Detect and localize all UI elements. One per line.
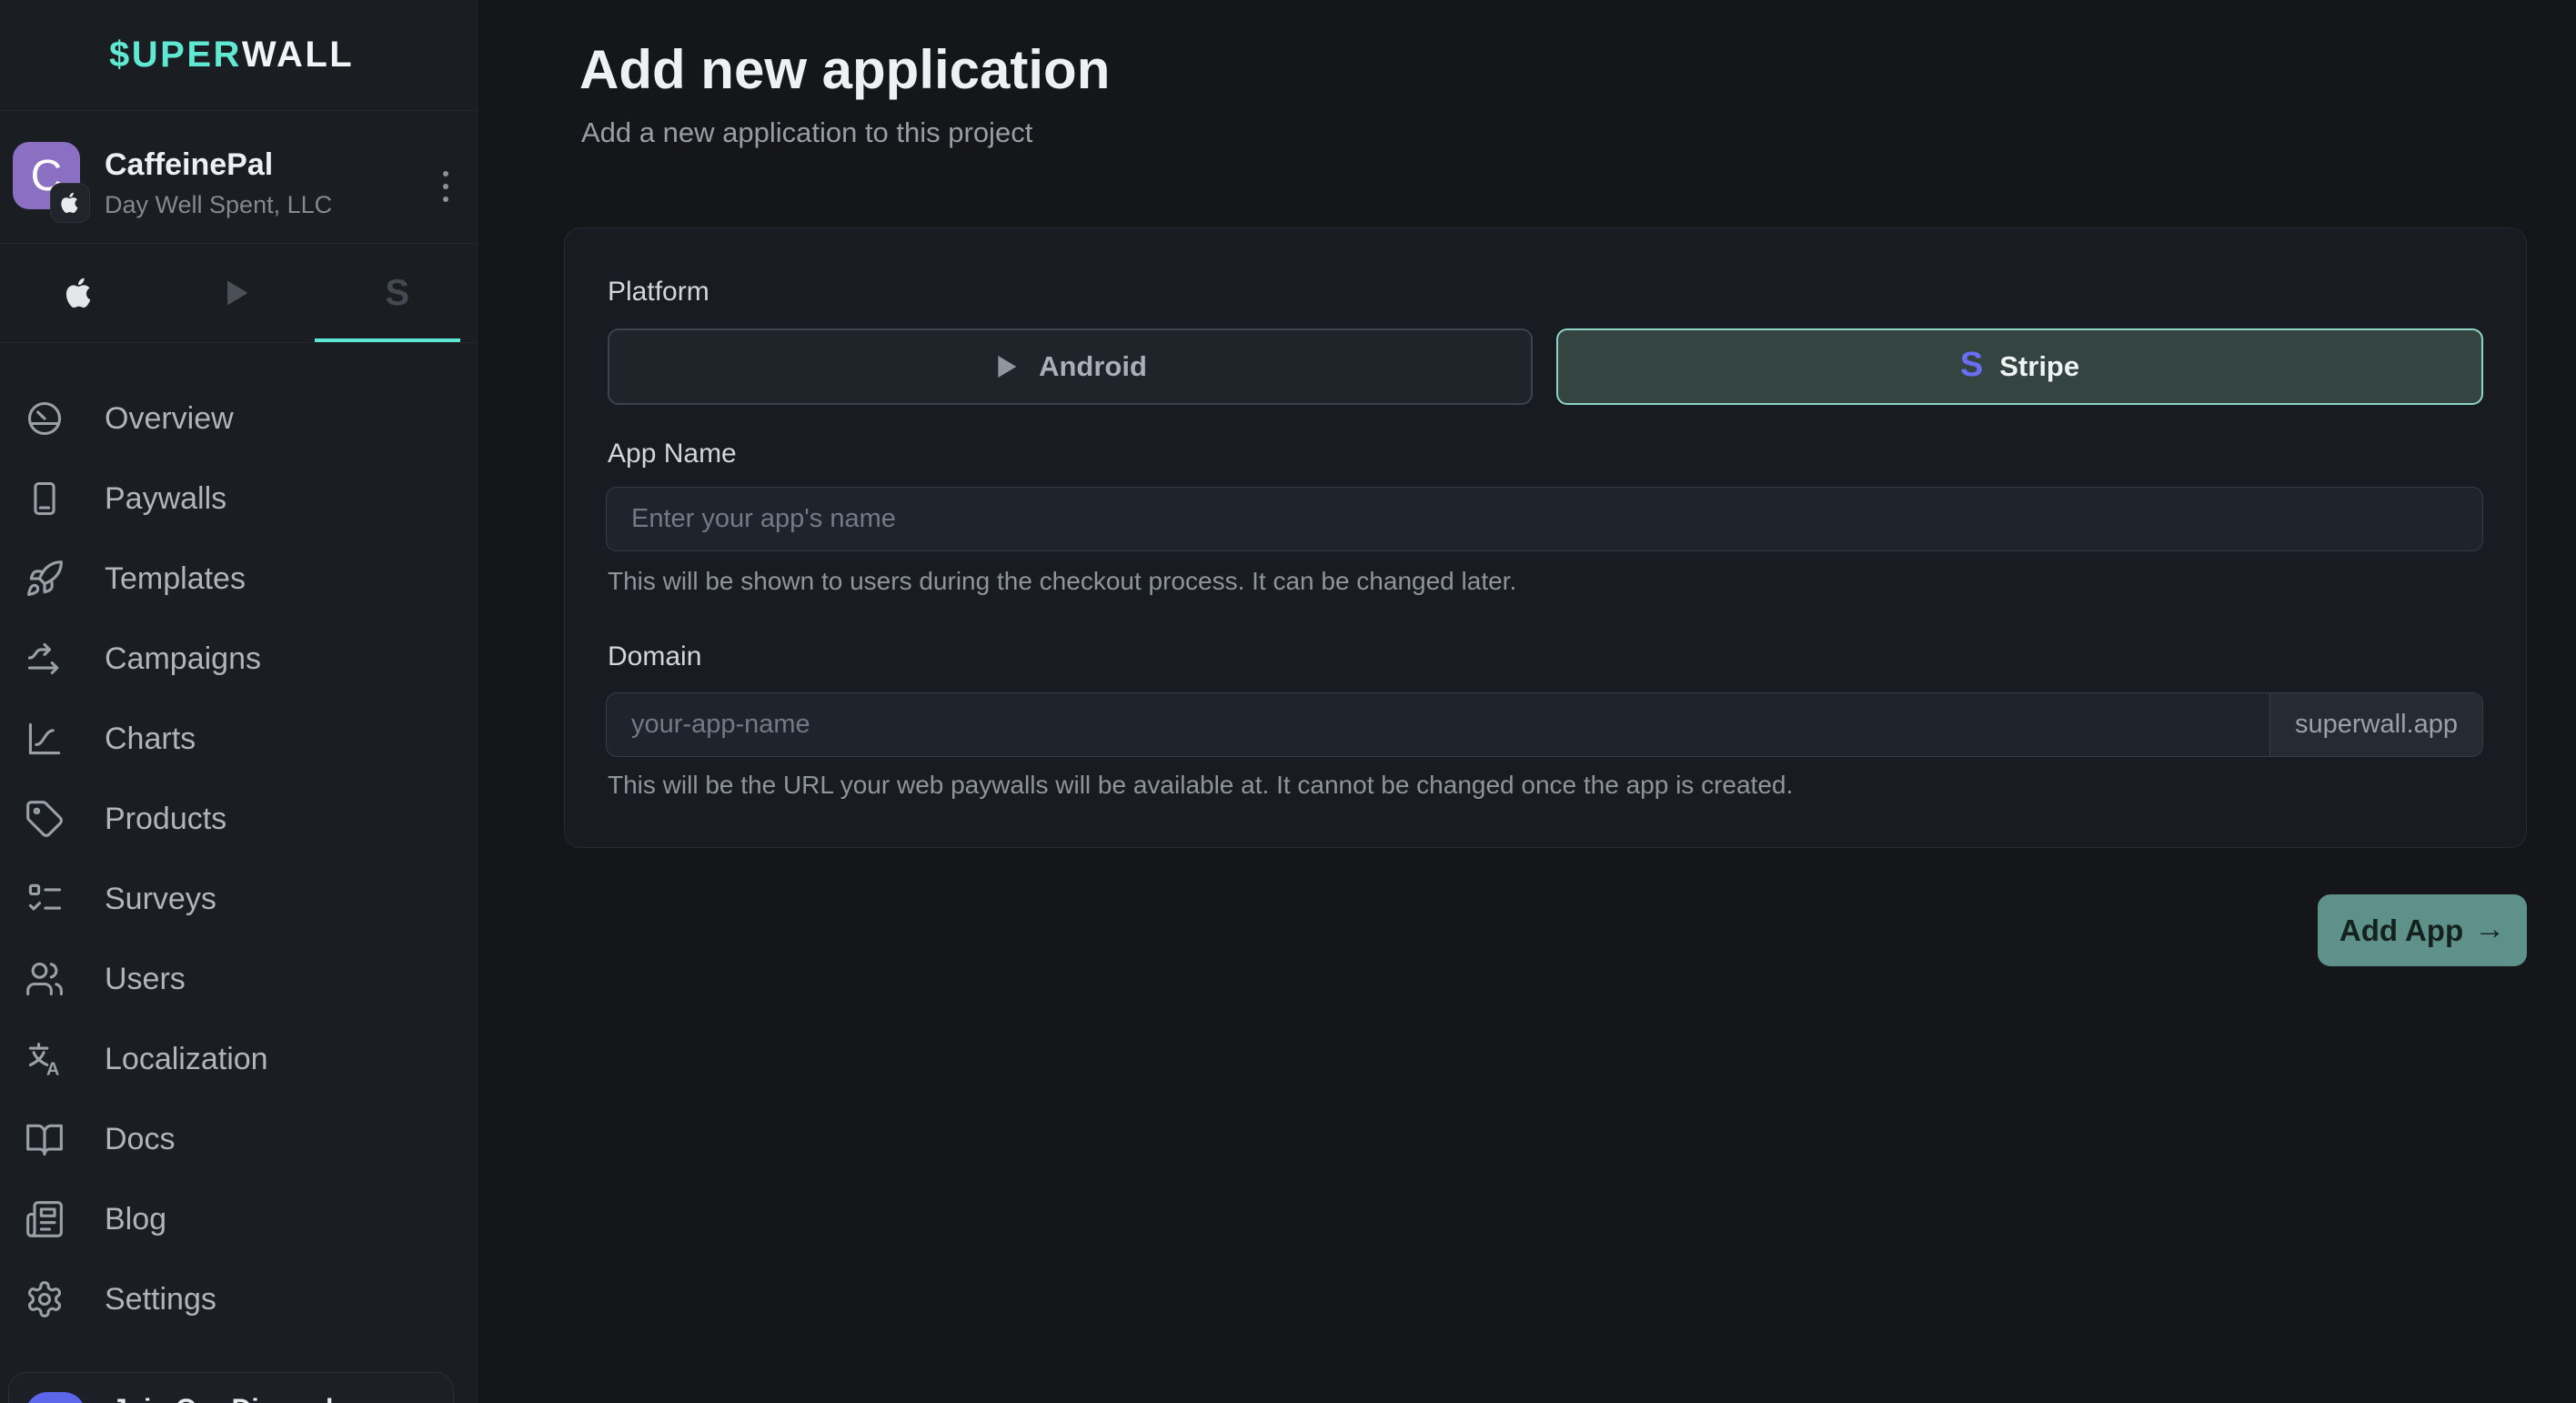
apple-icon xyxy=(62,276,96,310)
stripe-s-icon: S xyxy=(385,275,409,311)
kebab-icon xyxy=(443,171,448,177)
split-arrows-icon xyxy=(25,639,65,679)
sidebar-item-paywalls[interactable]: Paywalls xyxy=(0,459,476,539)
sidebar-item-label: Products xyxy=(105,802,226,837)
app-name-label: App Name xyxy=(608,439,737,469)
active-tab-indicator xyxy=(315,338,460,342)
sidebar-item-campaigns[interactable]: Campaigns xyxy=(0,619,476,699)
platform-option-android[interactable]: Android xyxy=(608,328,1533,405)
stripe-s-icon: S xyxy=(1960,348,1983,382)
sidebar-item-label: Localization xyxy=(105,1042,268,1077)
logo-suffix: WALL xyxy=(242,35,354,76)
svg-text:A: A xyxy=(46,1059,60,1079)
sidebar-item-surveys[interactable]: Surveys xyxy=(0,859,476,939)
google-play-icon xyxy=(222,277,255,309)
sidebar-item-label: Users xyxy=(105,962,186,997)
sidebar-item-label: Docs xyxy=(105,1122,175,1157)
checklist-icon xyxy=(25,879,65,919)
sidebar-item-label: Blog xyxy=(105,1202,166,1237)
google-play-icon xyxy=(993,352,1022,381)
page-title: Add new application xyxy=(579,38,1110,101)
domain-label: Domain xyxy=(608,641,701,672)
users-icon xyxy=(25,959,65,999)
logo-prefix: $UPER xyxy=(109,35,242,76)
project-org: Day Well Spent, LLC xyxy=(105,191,332,219)
apple-icon xyxy=(58,191,82,215)
sidebar-item-label: Charts xyxy=(105,722,196,757)
android-option-label: Android xyxy=(1039,350,1147,383)
sidebar-item-label: Campaigns xyxy=(105,641,261,677)
apple-platform-badge xyxy=(50,183,90,223)
tab-stripe[interactable]: S xyxy=(317,244,477,342)
stripe-option-label: Stripe xyxy=(1999,350,2079,383)
project-name: CaffeinePal xyxy=(105,147,273,183)
app-name-hint: This will be shown to users during the c… xyxy=(608,567,1516,596)
gauge-icon xyxy=(25,399,65,439)
domain-suffix: superwall.app xyxy=(2269,693,2482,756)
sidebar-item-settings[interactable]: Settings xyxy=(0,1259,476,1339)
platform-label: Platform xyxy=(608,277,709,308)
discord-icon xyxy=(25,1392,86,1403)
add-app-button[interactable]: Add App → xyxy=(2318,894,2527,966)
sidebar-item-products[interactable]: Products xyxy=(0,779,476,859)
sidebar-item-label: Surveys xyxy=(105,882,216,917)
platform-option-stripe[interactable]: S Stripe xyxy=(1556,328,2483,405)
tab-google-play[interactable] xyxy=(159,244,318,342)
newspaper-icon xyxy=(25,1199,65,1239)
platform-tabs: S xyxy=(0,244,477,343)
domain-input-group: superwall.app xyxy=(606,692,2483,757)
sidebar-item-templates[interactable]: Templates xyxy=(0,539,476,619)
sidebar-item-docs[interactable]: Docs xyxy=(0,1099,476,1179)
tab-apple[interactable] xyxy=(0,244,159,342)
superwall-logo[interactable]: $UPERWALL xyxy=(0,0,477,111)
book-icon xyxy=(25,1119,65,1159)
sidebar-item-label: Templates xyxy=(105,561,246,597)
domain-input[interactable] xyxy=(607,693,2269,756)
sidebar-item-charts[interactable]: Charts xyxy=(0,699,476,779)
domain-hint: This will be the URL your web paywalls w… xyxy=(608,771,1793,800)
arrow-right-icon: → xyxy=(2474,912,2505,947)
gear-icon xyxy=(25,1279,65,1319)
sidebar-item-localization[interactable]: A Localization xyxy=(0,1019,476,1099)
project-switcher: C CaffeinePal Day Well Spent, LLC xyxy=(0,111,477,244)
join-discord-card[interactable]: Join Our Discord xyxy=(8,1372,454,1403)
superwall-dashboard: $UPERWALL C CaffeinePal Day Well Spent, … xyxy=(0,0,2576,1403)
app-name-input[interactable] xyxy=(606,487,2483,551)
discord-label: Join Our Discord xyxy=(112,1394,333,1403)
sidebar-item-label: Settings xyxy=(105,1282,216,1317)
smartphone-icon xyxy=(25,479,65,519)
sidebar-item-label: Paywalls xyxy=(105,481,226,517)
rocket-icon xyxy=(25,559,65,599)
line-chart-icon xyxy=(25,719,65,759)
page-subtitle: Add a new application to this project xyxy=(581,116,1032,149)
project-menu-button[interactable] xyxy=(428,158,464,215)
add-application-form: Platform Android S Stripe App Name This … xyxy=(564,227,2527,848)
sidebar-item-overview[interactable]: Overview xyxy=(0,379,476,459)
sidebar-nav: Overview Paywalls Templates Campaigns Ch… xyxy=(0,343,476,1339)
sidebar: $UPERWALL C CaffeinePal Day Well Spent, … xyxy=(0,0,478,1403)
tag-icon xyxy=(25,799,65,839)
translate-icon: A xyxy=(25,1039,65,1079)
sidebar-item-blog[interactable]: Blog xyxy=(0,1179,476,1259)
sidebar-item-label: Overview xyxy=(105,401,234,437)
add-app-label: Add App xyxy=(2340,913,2463,948)
sidebar-item-users[interactable]: Users xyxy=(0,939,476,1019)
